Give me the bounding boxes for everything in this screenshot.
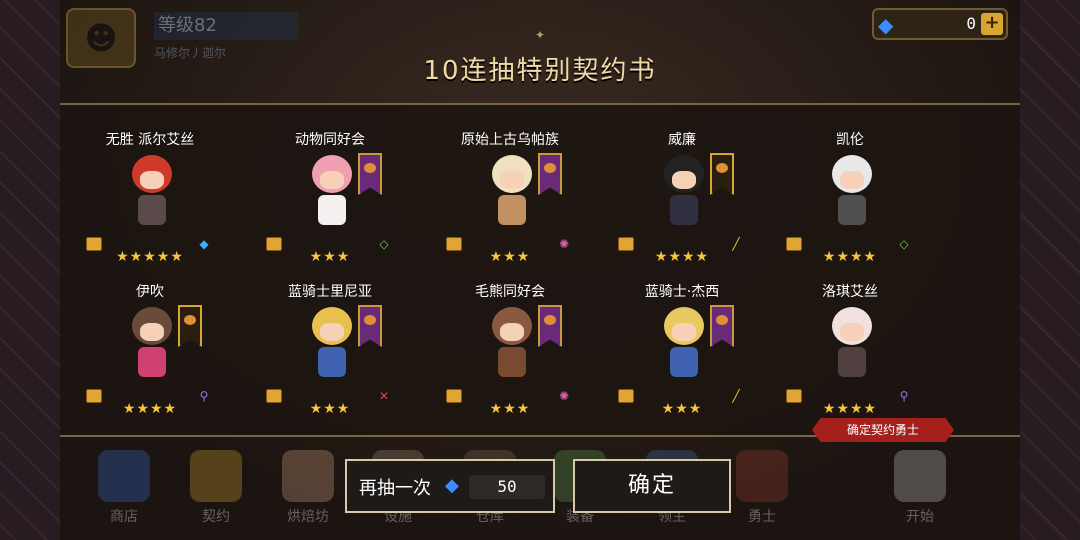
hero-card[interactable]: 凯伦 ◇ ★★★★ [780, 129, 920, 279]
hero-stars: ★★★★ [122, 401, 178, 417]
hero-sprite [306, 151, 358, 229]
nav-label: 契约 [202, 509, 230, 525]
hero-banner-icon [710, 305, 734, 347]
nav-icon [894, 450, 946, 502]
hero-name: 蓝骑士·杰西 [644, 284, 720, 300]
hero-stars: ★★★ [489, 249, 531, 265]
hero-card[interactable]: 蓝骑士里尼亚 ✕ ★★★ [260, 281, 400, 431]
gem-icon: ◆ [445, 475, 459, 496]
hero-name: 洛琪艾丝 [822, 284, 878, 300]
hero-card[interactable]: 伊吹 ⚲ ★★★★ [80, 281, 220, 431]
add-gems-button[interactable]: + [981, 13, 1003, 35]
hero-banner-icon [538, 153, 562, 195]
hero-banner-icon [178, 305, 202, 347]
hero-card[interactable]: 动物同好会 ◇ ★★★ [260, 129, 400, 279]
hero-stars: ★★★ [309, 249, 351, 265]
nav-item[interactable]: 勇士 [722, 446, 802, 536]
hero-results-panel: 无胜 派尔艾丝 ◆ ★★★★★ 动物同好会 ◇ ★★★ 原始上古乌帕族 ✺ ★★★ 威廉 ╱ ★★★★… [60, 103, 1020, 437]
nav-label: 勇士 [748, 509, 776, 525]
hero-name: 原始上古乌帕族 [461, 132, 559, 148]
hero-name: 凯伦 [836, 132, 864, 148]
redraw-cost: 50 [469, 475, 545, 499]
nav-item[interactable]: 开始 [880, 446, 960, 536]
hero-banner-icon [538, 305, 562, 347]
hero-stars: ★★★★ [822, 249, 878, 265]
hero-name: 威廉 [668, 132, 696, 148]
hero-banner-icon [710, 153, 734, 195]
redraw-label: 再抽一次 [359, 478, 431, 499]
hero-sprite [306, 303, 358, 381]
title-ornament: ✦ [534, 28, 546, 42]
hero-card[interactable]: 威廉 ╱ ★★★★ [612, 129, 752, 279]
hero-banner-icon [358, 305, 382, 347]
nav-item[interactable]: 契约 [176, 446, 256, 536]
hero-name: 无胜 派尔艾丝 [105, 132, 195, 148]
nav-label: 商店 [110, 509, 138, 525]
hero-sprite [826, 151, 878, 229]
hero-stars: ★★★ [309, 401, 351, 417]
nav-icon [282, 450, 334, 502]
dialog-title: 10连抽特别契约书 [423, 56, 657, 86]
hero-sprite [126, 303, 178, 381]
hero-name: 毛熊同好会 [475, 284, 545, 300]
nav-item[interactable]: 烘焙坊 [268, 446, 348, 536]
hero-banner-icon [358, 153, 382, 195]
player-level: 等级82 [154, 12, 298, 40]
nav-icon [736, 450, 788, 502]
hero-name: 伊吹 [136, 284, 164, 300]
hero-stars: ★★★★★ [116, 249, 184, 265]
gem-icon: ◆ [878, 13, 894, 37]
hero-stars: ★★★★ [654, 249, 710, 265]
hero-stars: ★★★★ [822, 401, 878, 417]
hero-sprite [126, 151, 178, 229]
gem-counter: ◆ 0 + [872, 8, 1008, 40]
confirm-contract-tag: 确定契约勇士 [812, 418, 954, 442]
nav-item[interactable]: 商店 [84, 446, 164, 536]
hero-stars: ★★★ [661, 401, 703, 417]
hero-name: 动物同好会 [295, 132, 365, 148]
hero-card[interactable]: 原始上古乌帕族 ✺ ★★★ [440, 129, 580, 279]
nav-label: 烘焙坊 [287, 509, 329, 525]
confirm-button[interactable]: 确定 [573, 459, 731, 513]
hero-sprite [658, 303, 710, 381]
hero-sprite [486, 151, 538, 229]
hero-card[interactable]: 洛琪艾丝 ⚲ ★★★★ [780, 281, 920, 431]
hero-sprite [486, 303, 538, 381]
hero-sprite [826, 303, 878, 381]
hero-card[interactable]: 毛熊同好会 ✺ ★★★ [440, 281, 580, 431]
hero-card[interactable]: 无胜 派尔艾丝 ◆ ★★★★★ [80, 129, 220, 279]
hero-card[interactable]: 蓝骑士·杰西 ╱ ★★★ [612, 281, 752, 431]
redraw-button[interactable]: 再抽一次 ◆ 50 [345, 459, 555, 513]
gem-count: 0 [966, 14, 976, 33]
hero-name: 蓝骑士里尼亚 [288, 284, 372, 300]
nav-label: 开始 [906, 509, 934, 525]
hero-sprite [658, 151, 710, 229]
hero-stars: ★★★ [489, 401, 531, 417]
nav-icon [190, 450, 242, 502]
nav-icon [98, 450, 150, 502]
